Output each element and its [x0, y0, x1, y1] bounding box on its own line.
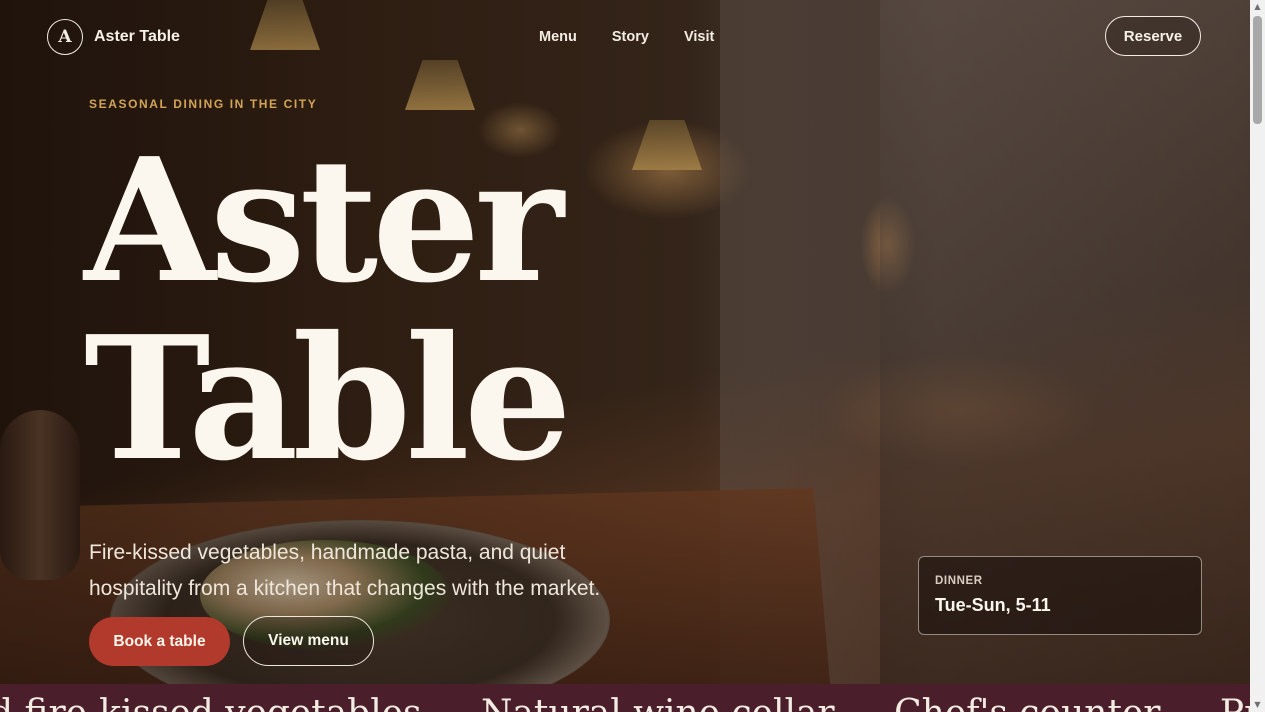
- hours-value: Tue-Sun, 5-11: [935, 595, 1051, 615]
- marquee-item: Private dini: [1220, 693, 1250, 712]
- nav-link-menu[interactable]: Menu: [539, 29, 577, 45]
- brand-name: Aster Table: [94, 28, 180, 45]
- scroll-up-arrow-icon[interactable]: ▲: [1250, 0, 1265, 14]
- brand-mark: A: [47, 19, 83, 55]
- vertical-scrollbar[interactable]: ▲ ▼: [1250, 0, 1265, 712]
- hero-title-line-2: Table: [84, 299, 572, 499]
- brand-logo[interactable]: A Aster Table: [47, 19, 180, 55]
- hero-title: Aster Table: [84, 121, 572, 499]
- marquee-item: Natural wine cellar: [481, 693, 835, 712]
- hero-description: Fire-kissed vegetables, handmade pasta, …: [89, 541, 601, 600]
- hours-card: DINNER Tue-Sun, 5-11: [918, 556, 1202, 635]
- marquee-item: Chef's counter: [894, 693, 1160, 712]
- book-table-button[interactable]: Book a table: [89, 617, 230, 666]
- nav-link-story[interactable]: Story: [612, 29, 649, 45]
- hero-title-line-1: Aster: [84, 121, 564, 321]
- nav-link-visit[interactable]: Visit: [684, 29, 714, 45]
- main-nav: Menu Story Visit: [539, 29, 714, 45]
- marquee-item: d fire-kissed vegetables: [0, 693, 422, 712]
- marquee-track: d fire-kissed vegetables Natural wine ce…: [0, 696, 1250, 712]
- scroll-down-arrow-icon[interactable]: ▼: [1250, 698, 1265, 712]
- view-menu-button[interactable]: View menu: [243, 616, 374, 666]
- hero-eyebrow: SEASONAL DINING IN THE CITY: [89, 97, 318, 111]
- scrollbar-thumb[interactable]: [1253, 16, 1262, 124]
- marquee-strip: d fire-kissed vegetables Natural wine ce…: [0, 684, 1250, 712]
- reserve-button[interactable]: Reserve: [1105, 16, 1201, 56]
- hours-label: DINNER: [935, 575, 983, 587]
